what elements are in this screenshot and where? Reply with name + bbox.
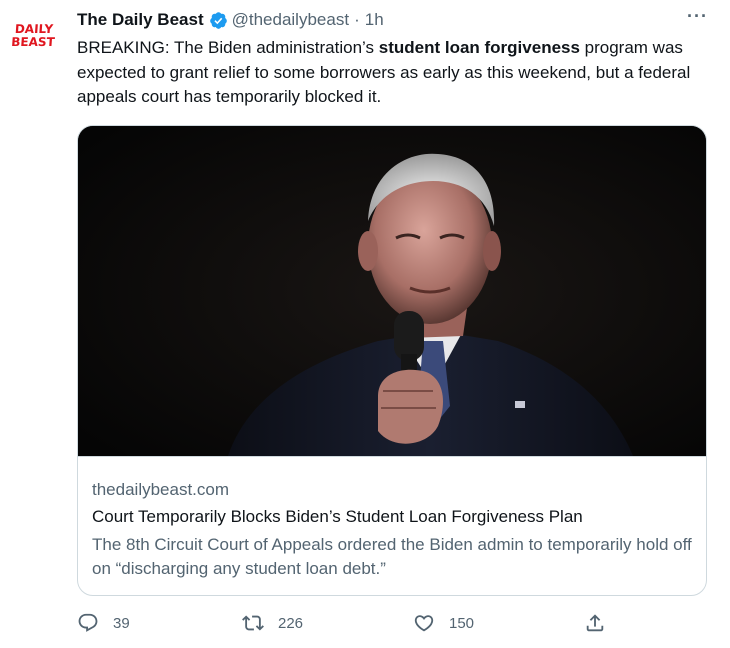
tweet-text-bold: student loan forgiveness xyxy=(378,38,580,57)
retweet-button[interactable]: 226 xyxy=(242,612,303,634)
reply-icon xyxy=(78,613,98,632)
share-button[interactable] xyxy=(584,612,606,634)
reply-count: 39 xyxy=(113,614,130,632)
like-button[interactable]: 150 xyxy=(413,612,474,634)
heart-icon xyxy=(414,615,434,632)
link-card[interactable]: thedailybeast.com Court Temporarily Bloc… xyxy=(77,125,707,596)
avatar[interactable]: DAILY BEAST xyxy=(4,8,63,63)
retweet-count: 226 xyxy=(278,614,304,632)
like-count: 150 xyxy=(449,614,475,632)
photo-of-speaker xyxy=(78,126,706,456)
timestamp[interactable]: 1h xyxy=(365,10,384,30)
separator-dot: · xyxy=(354,10,360,29)
card-title: Court Temporarily Blocks Biden’s Student… xyxy=(92,507,583,526)
tweet-text: BREAKING: The Biden administration’s stu… xyxy=(77,36,717,110)
retweet-icon xyxy=(242,615,264,631)
tweet-header: The Daily Beast @thedailybeast · 1h xyxy=(77,9,710,31)
avatar-line-1: DAILY xyxy=(14,21,54,36)
handle[interactable]: @thedailybeast xyxy=(232,10,349,30)
card-image xyxy=(78,126,706,456)
card-domain: thedailybeast.com xyxy=(92,480,230,499)
verified-badge-icon xyxy=(209,11,227,29)
tweet-text-before: BREAKING: The Biden administration’s xyxy=(77,38,379,57)
display-name[interactable]: The Daily Beast xyxy=(77,10,204,30)
card-divider xyxy=(78,456,706,457)
share-icon xyxy=(586,614,604,632)
more-options-icon[interactable]: ··· xyxy=(687,6,708,27)
card-description: The 8th Circuit Court of Appeals ordered… xyxy=(92,535,692,578)
reply-button[interactable]: 39 xyxy=(77,612,130,634)
avatar-line-2: BEAST xyxy=(10,34,56,49)
tweet-actions: 39 226 150 xyxy=(77,612,617,640)
